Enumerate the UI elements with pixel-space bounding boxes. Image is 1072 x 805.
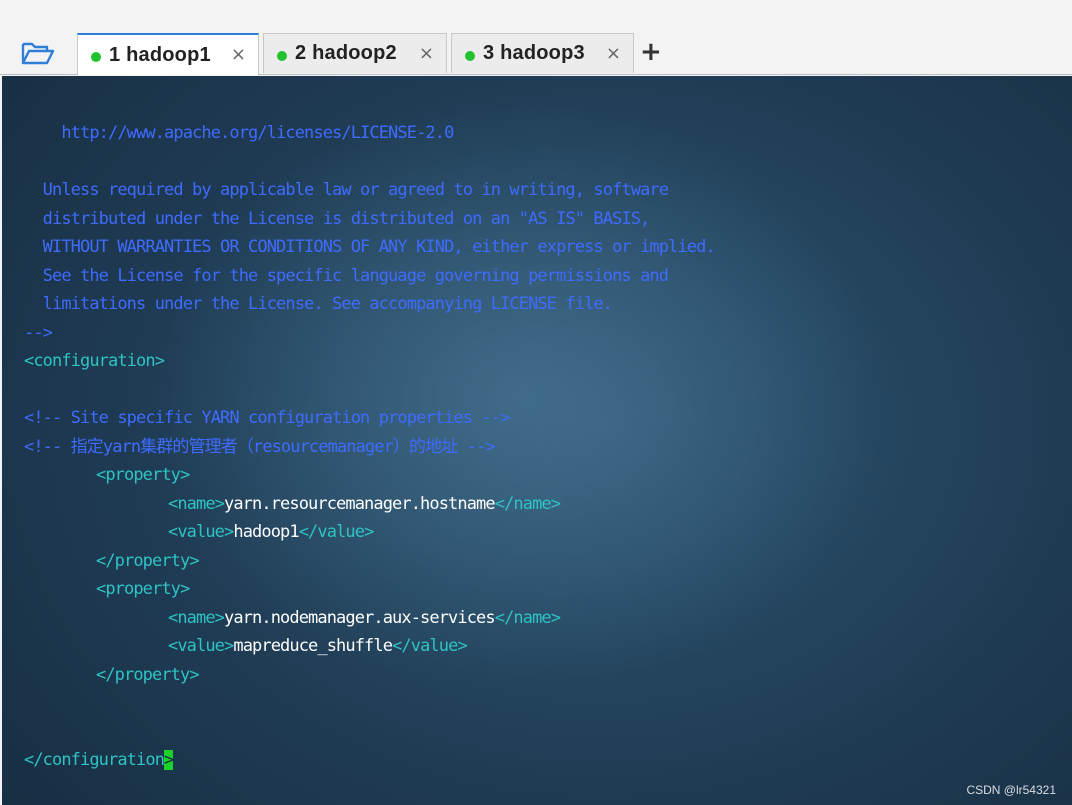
terminal-line: </property> [96,551,200,571]
terminal-line: <property> [96,465,190,485]
terminal-line: <name>yarn.resourcemanager.hostname</nam… [168,494,561,514]
tab-label: 1 hadoop1 [109,43,211,66]
terminal-line: Unless required by applicable law or agr… [24,180,669,200]
tab-label: 3 hadoop3 [483,42,585,64]
terminal-cursor: > [164,750,174,770]
connected-status-icon [465,50,475,61]
tab-label: 2 hadoop2 [295,42,397,64]
terminal-line: <value>mapreduce_shuffle</value> [168,636,468,656]
close-icon[interactable]: × [419,43,434,64]
watermark: CSDN @lr54321 [966,783,1056,797]
terminal-line: <name>yarn.nodemanager.aux-services</nam… [168,608,561,628]
terminal-line: <property> [96,579,190,599]
terminal-line: http://www.apache.org/licenses/LICENSE-2… [24,123,454,143]
tab-bar: 1 hadoop1 × 2 hadoop2 × 3 hadoop3 × + [0,30,1072,75]
terminal-line: limitations under the License. See accom… [24,294,613,314]
connected-status-icon [277,50,287,61]
plus-icon[interactable]: + [640,39,662,65]
terminal-line: <value>hadoop1</value> [168,522,374,542]
tab-hadoop3[interactable]: 3 hadoop3 × [451,33,634,73]
terminal-line: WITHOUT WARRANTIES OR CONDITIONS OF ANY … [24,237,716,257]
terminal-line: </property> [96,665,200,685]
terminal-line: </configuration> [24,750,174,770]
terminal-line: <!-- 指定yarn集群的管理者（resourcemanager）的地址 --… [24,437,496,457]
open-folder-button[interactable] [18,38,58,68]
terminal-line: See the License for the specific languag… [24,266,669,286]
close-icon[interactable]: × [231,44,246,65]
terminal-line: --> [24,323,53,343]
title-bar [0,0,1072,30]
folder-open-icon [21,42,55,65]
terminal-line: <configuration> [24,351,165,371]
tab-hadoop1[interactable]: 1 hadoop1 × [77,33,259,75]
connected-status-icon [91,52,101,62]
tab-hadoop2[interactable]: 2 hadoop2 × [263,33,447,73]
terminal-line: distributed under the License is distrib… [24,209,651,229]
terminal-line: <!-- Site specific YARN configuration pr… [24,408,510,428]
close-icon[interactable]: × [606,43,621,64]
terminal-output[interactable]: http://www.apache.org/licenses/LICENSE-2… [2,76,1072,805]
